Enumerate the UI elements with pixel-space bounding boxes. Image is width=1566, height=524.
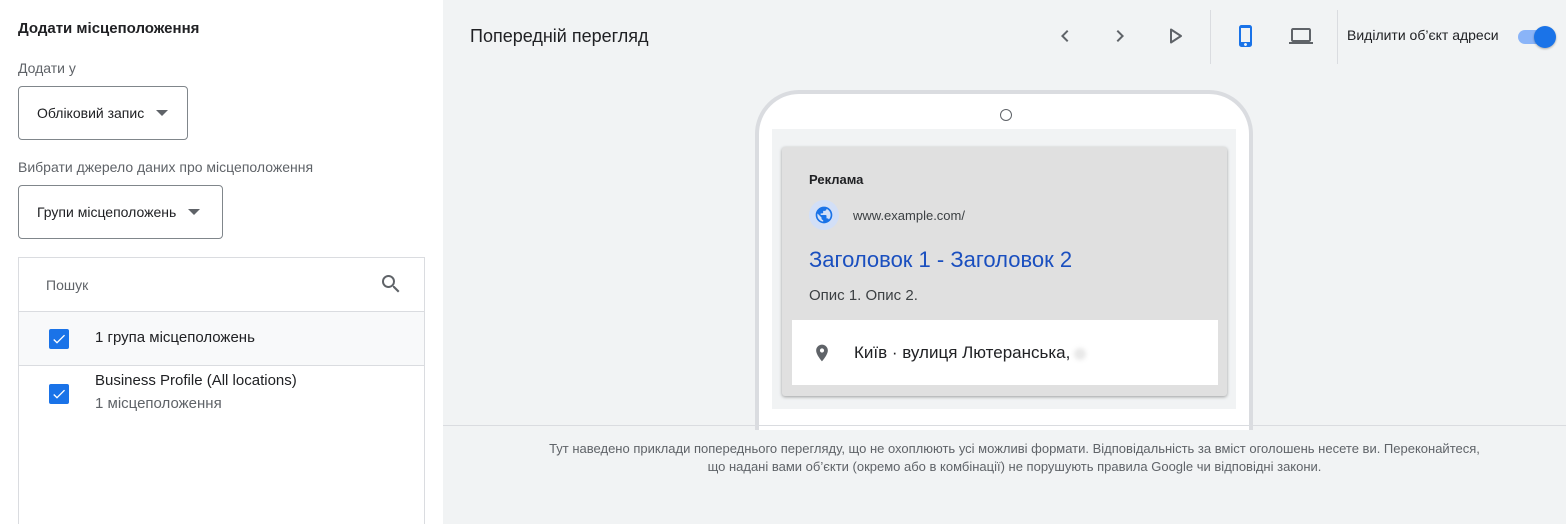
chevron-left-icon <box>1061 30 1069 42</box>
list-item-title: 1 група місцеположень <box>95 329 255 346</box>
disclaimer-line-1: Тут наведено приклади попереднього перег… <box>549 441 1480 456</box>
phone-icon <box>1239 25 1252 47</box>
location-pin-icon <box>812 341 832 365</box>
highlight-address-label: Виділити об’єкт адреси <box>1347 27 1499 43</box>
play-icon <box>1170 28 1182 44</box>
desktop-view-button[interactable] <box>1287 22 1315 50</box>
source-dropdown[interactable]: Групи місцеположень <box>18 185 223 239</box>
ad-address-text: Київ · вулиця Лютеранська, <box>854 343 1087 363</box>
highlight-address-toggle[interactable] <box>1516 25 1556 49</box>
chevron-right-icon <box>1116 30 1124 42</box>
source-label: Вибрати джерело даних про місцеположення <box>18 159 314 175</box>
ad-address-value: Київ · вулиця Лютеранська, <box>854 343 1071 362</box>
phone-screen: Реклама www.example.com/ Заголовок 1 - З… <box>772 129 1236 409</box>
previous-button[interactable] <box>1051 22 1079 50</box>
redacted-blur <box>1074 347 1087 360</box>
search-input[interactable]: Пошук <box>46 277 88 293</box>
checkbox-checked[interactable] <box>49 384 69 404</box>
ad-url: www.example.com/ <box>853 208 965 223</box>
list-item-title: Business Profile (All locations) <box>95 372 297 389</box>
next-button[interactable] <box>1106 22 1134 50</box>
laptop-icon <box>1289 28 1313 44</box>
mobile-view-button[interactable] <box>1232 22 1260 50</box>
checkbox-checked[interactable] <box>49 329 69 349</box>
ad-card: Реклама www.example.com/ Заголовок 1 - З… <box>782 147 1227 396</box>
camera-icon <box>1000 109 1012 121</box>
ad-headline[interactable]: Заголовок 1 - Заголовок 2 <box>809 247 1072 273</box>
checkmark-icon <box>53 389 65 399</box>
add-to-dropdown[interactable]: Обліковий запис <box>18 86 188 140</box>
toggle-thumb <box>1534 26 1556 48</box>
caret-down-icon <box>156 110 169 116</box>
search-icon[interactable] <box>379 272 403 296</box>
list-item[interactable]: Business Profile (All locations) 1 місце… <box>19 366 424 426</box>
caret-down-icon <box>188 209 201 215</box>
preview-panel: Попередній перегляд Виділити об’єкт адре… <box>443 0 1566 524</box>
add-to-value: Обліковий запис <box>37 105 145 121</box>
ad-address-extension[interactable]: Київ · вулиця Лютеранська, <box>792 320 1218 385</box>
disclaimer-line-2: що надані вами об’єкти (окремо або в ком… <box>707 459 1322 474</box>
ad-label: Реклама <box>809 172 864 187</box>
play-button[interactable] <box>1161 22 1189 50</box>
list-item[interactable]: 1 група місцеположень <box>19 312 424 366</box>
preview-divider <box>443 425 1566 426</box>
add-to-label: Додати у <box>18 60 76 76</box>
location-picker: Пошук 1 група місцеположень Business Pro… <box>18 257 425 524</box>
globe-icon <box>809 200 839 230</box>
location-settings-panel: Додати місцеположення Додати у Обліковий… <box>0 0 443 524</box>
disclaimer-text: Тут наведено приклади попереднього перег… <box>463 440 1566 476</box>
toolbar-divider <box>1210 10 1211 64</box>
ad-description: Опис 1. Опис 2. <box>809 287 918 304</box>
checkmark-icon <box>53 334 65 344</box>
preview-title: Попередній перегляд <box>470 26 649 46</box>
source-value: Групи місцеположень <box>37 204 177 220</box>
toolbar-divider <box>1337 10 1338 64</box>
panel-title: Додати місцеположення <box>18 20 200 37</box>
search-bar[interactable]: Пошук <box>19 258 424 312</box>
phone-frame: Реклама www.example.com/ Заголовок 1 - З… <box>755 90 1253 430</box>
list-item-subtitle: 1 місцеположення <box>95 395 222 412</box>
